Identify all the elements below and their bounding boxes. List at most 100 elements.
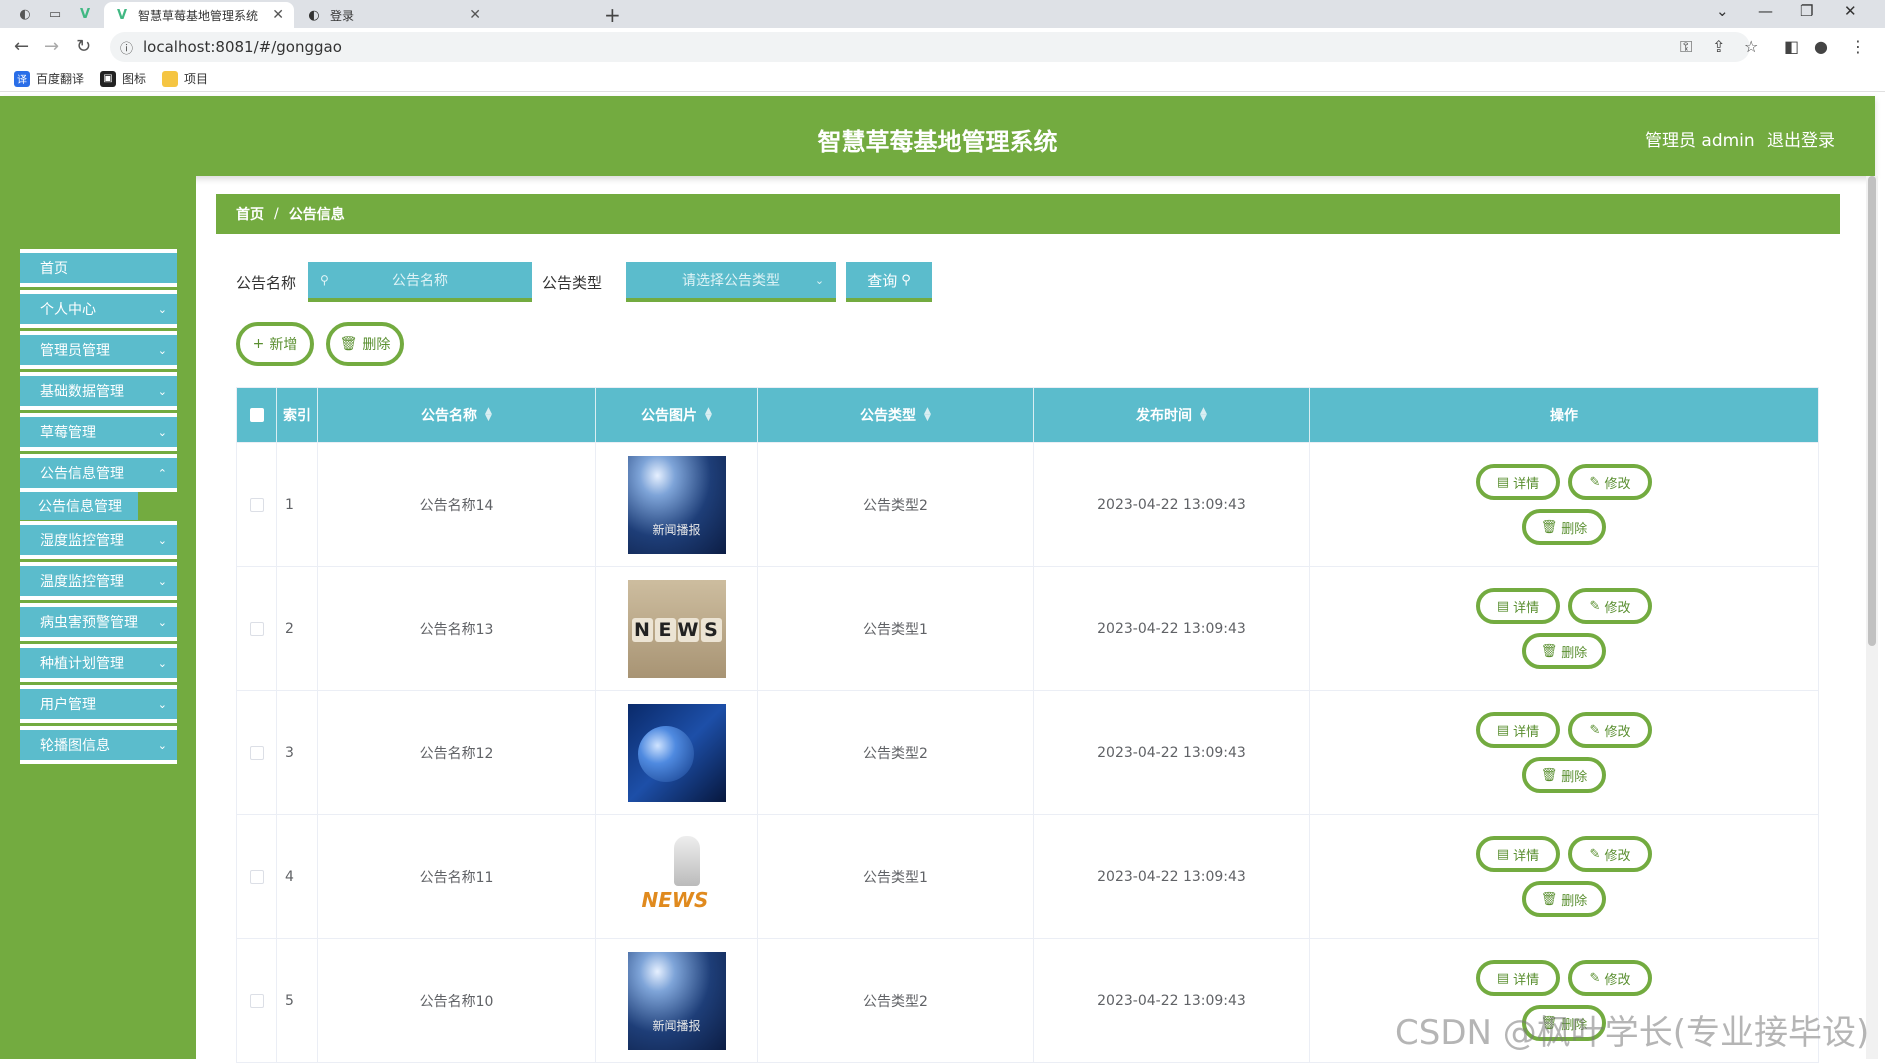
new-tab-icon[interactable]: + xyxy=(604,3,621,27)
delete-button[interactable]: 🗑 删除 xyxy=(1522,757,1606,793)
minimize-icon[interactable]: — xyxy=(1758,2,1773,20)
batch-delete-button[interactable]: 🗑 删除 xyxy=(326,322,404,366)
tab-login[interactable]: ◐ 登录 ✕ xyxy=(296,2,491,28)
row-type: 公告类型2 xyxy=(758,691,1034,814)
sidebar-item-pest-warning[interactable]: 病虫害预警管理 ⌄ xyxy=(20,603,177,641)
detail-button[interactable]: ▤ 详情 xyxy=(1476,588,1560,624)
vue-icon[interactable]: V xyxy=(74,4,96,24)
breadcrumb-home[interactable]: 首页 xyxy=(236,204,264,224)
row-checkbox[interactable] xyxy=(237,443,277,566)
globe-icon: ◐ xyxy=(308,7,320,23)
trash-icon: 🗑 xyxy=(339,336,358,352)
name-search-input[interactable]: ⚲ 公告名称 xyxy=(308,262,533,302)
sidebar-item-base-data[interactable]: 基础数据管理 ⌄ xyxy=(20,372,177,410)
pencil-icon: ✎ xyxy=(1589,474,1601,490)
row-actions: ▤ 详情 ✎ 修改 🗑 删除 xyxy=(1310,815,1818,938)
bookmark-baidu-translate[interactable]: 译 百度翻译 xyxy=(14,70,84,87)
sidebar-item-humidity[interactable]: 湿度监控管理 ⌄ xyxy=(20,521,177,559)
row-name: 公告名称13 xyxy=(318,567,596,690)
row-checkbox[interactable] xyxy=(237,691,277,814)
edit-button[interactable]: ✎ 修改 xyxy=(1568,836,1652,872)
key-icon[interactable]: ⚿ xyxy=(1680,37,1692,57)
reload-icon[interactable]: ↻ xyxy=(76,36,91,57)
add-button[interactable]: + 新增 xyxy=(236,322,314,366)
detail-button[interactable]: ▤ 详情 xyxy=(1476,464,1560,500)
scrollbar[interactable] xyxy=(1866,176,1878,1059)
app: 智慧草莓基地管理系统 管理员 admin 退出登录 首页 个人中心 ⌄ 管理员管理… xyxy=(0,92,1885,1063)
sidebar-item-carousel[interactable]: 轮播图信息 ⌄ xyxy=(20,726,177,764)
sidebar-item-announcements[interactable]: 公告信息管理 ⌃ xyxy=(20,454,177,492)
close-icon[interactable]: ✕ xyxy=(469,7,481,23)
col-image[interactable]: 公告图片 ▲ ▼ xyxy=(596,388,758,442)
forward-icon[interactable]: → xyxy=(44,36,59,57)
sidebar-item-strawberry[interactable]: 草莓管理 ⌄ xyxy=(20,413,177,451)
sidepanel-icon[interactable]: ◧ xyxy=(1784,37,1799,56)
back-icon[interactable]: ← xyxy=(14,36,29,57)
trash-icon: 🗑 xyxy=(1540,519,1558,535)
document-icon: ▤ xyxy=(1496,722,1510,738)
row-checkbox[interactable] xyxy=(237,567,277,690)
sort-icon[interactable]: ▲ ▼ xyxy=(924,407,931,423)
row-type: 公告类型2 xyxy=(758,939,1034,1062)
sort-icon[interactable]: ▲ ▼ xyxy=(485,407,492,423)
info-icon[interactable]: ⓘ xyxy=(120,38,133,57)
sidebar-item-temperature[interactable]: 温度监控管理 ⌄ xyxy=(20,562,177,600)
sidebar-subitem-announcements[interactable]: 公告信息管理 xyxy=(20,492,138,520)
row-index: 5 xyxy=(277,939,318,1062)
col-time[interactable]: 发布时间 ▲ ▼ xyxy=(1034,388,1310,442)
detail-button[interactable]: ▤ 详情 xyxy=(1476,960,1560,996)
chevron-down-icon: ⌄ xyxy=(157,616,167,629)
delete-button[interactable]: 🗑 删除 xyxy=(1522,633,1606,669)
globe-icon[interactable]: ◐ xyxy=(14,4,36,24)
close-icon[interactable]: ✕ xyxy=(272,7,284,23)
row-name: 公告名称10 xyxy=(318,939,596,1062)
delete-button[interactable]: 🗑 删除 xyxy=(1522,881,1606,917)
menu-icon[interactable]: ⋮ xyxy=(1850,37,1866,56)
star-icon[interactable]: ☆ xyxy=(1744,37,1758,56)
edit-button[interactable]: ✎ 修改 xyxy=(1568,588,1652,624)
restore-icon[interactable]: ❐ xyxy=(1800,2,1813,20)
blank-tab-icon[interactable]: ▭ xyxy=(44,4,66,24)
row-time: 2023-04-22 13:09:43 xyxy=(1034,691,1310,814)
row-checkbox[interactable] xyxy=(237,815,277,938)
chevron-down-icon: ⌄ xyxy=(157,303,167,316)
detail-button[interactable]: ▤ 详情 xyxy=(1476,836,1560,872)
sidebar-item-admins[interactable]: 管理员管理 ⌄ xyxy=(20,331,177,369)
col-type[interactable]: 公告类型 ▲ ▼ xyxy=(758,388,1034,442)
watermark: CSDN @枫叶学长(专业接毕设) xyxy=(1395,1013,1870,1053)
row-time: 2023-04-22 13:09:43 xyxy=(1034,939,1310,1062)
url-field[interactable]: ⓘ localhost:8081/#/gonggao xyxy=(110,32,1750,62)
document-icon: ▤ xyxy=(1496,846,1510,862)
tab-title: 登录 xyxy=(330,8,355,23)
browser-tabstrip: ◐ ▭ V V 智慧草莓基地管理系统 ✕ ◐ 登录 ✕ + ⌄ — ❐ ✕ xyxy=(0,0,1885,28)
sidebar-item-planting-plan[interactable]: 种植计划管理 ⌄ xyxy=(20,644,177,682)
sidebar-item-home[interactable]: 首页 xyxy=(20,249,177,287)
type-select[interactable]: 请选择公告类型 ⌄ xyxy=(626,262,837,302)
sort-icon[interactable]: ▲ ▼ xyxy=(705,407,712,423)
query-button[interactable]: 查询 ⚲ xyxy=(846,262,933,302)
select-all-checkbox[interactable] xyxy=(237,388,277,442)
col-name[interactable]: 公告名称 ▲ ▼ xyxy=(318,388,596,442)
pencil-icon: ✎ xyxy=(1589,846,1601,862)
delete-button[interactable]: 🗑 删除 xyxy=(1522,509,1606,545)
window-close-icon[interactable]: ✕ xyxy=(1844,2,1857,20)
bookmark-project[interactable]: 项目 xyxy=(162,70,208,87)
tab-search-icon[interactable]: ⌄ xyxy=(1716,2,1729,20)
edit-button[interactable]: ✎ 修改 xyxy=(1568,960,1652,996)
row-checkbox[interactable] xyxy=(237,939,277,1062)
bookmark-icons[interactable]: ▣ 图标 xyxy=(100,70,146,87)
share-icon[interactable]: ⇪ xyxy=(1712,37,1725,56)
sidebar-item-profile[interactable]: 个人中心 ⌄ xyxy=(20,290,177,328)
edit-button[interactable]: ✎ 修改 xyxy=(1568,464,1652,500)
announcement-image: 新闻播报 xyxy=(627,951,726,1050)
edit-button[interactable]: ✎ 修改 xyxy=(1568,712,1652,748)
detail-button[interactable]: ▤ 详情 xyxy=(1476,712,1560,748)
sidebar-item-users[interactable]: 用户管理 ⌄ xyxy=(20,685,177,723)
row-actions: ▤ 详情 ✎ 修改 🗑 删除 xyxy=(1310,691,1818,814)
sidebar: 首页 个人中心 ⌄ 管理员管理 ⌄ 基础数据管理 ⌄ 草莓管理 ⌄ 公告信息管理 ⌃ 公告… xyxy=(0,176,196,1059)
logout-link[interactable]: 退出登录 xyxy=(1767,126,1835,151)
profile-icon[interactable]: ● xyxy=(1814,37,1828,56)
tab-main[interactable]: V 智慧草莓基地管理系统 ✕ xyxy=(104,2,294,28)
chevron-down-icon: ⌄ xyxy=(157,534,167,547)
sort-icon[interactable]: ▲ ▼ xyxy=(1200,407,1207,423)
